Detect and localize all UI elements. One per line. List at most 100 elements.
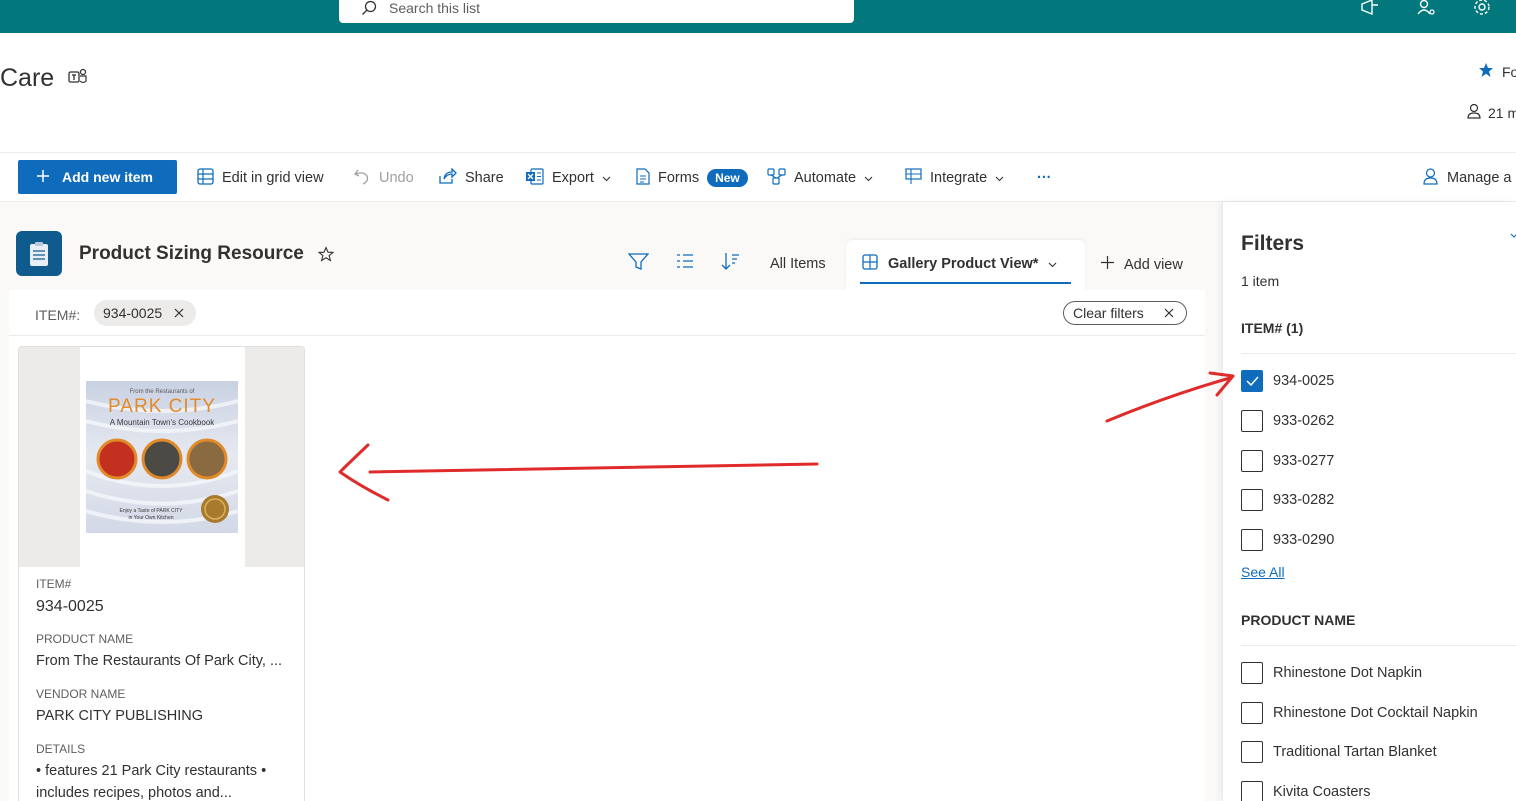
search-icon xyxy=(361,0,377,16)
share-icon xyxy=(439,166,457,189)
filter-option-item[interactable]: 933-0290 xyxy=(1241,529,1334,551)
more-commands-button[interactable]: ··· xyxy=(1037,165,1052,191)
megaphone-icon[interactable] xyxy=(1360,0,1380,16)
edit-grid-view-label: Edit in grid view xyxy=(222,170,324,186)
new-badge: New xyxy=(707,169,748,187)
add-new-item-button[interactable]: Add new item xyxy=(18,160,177,194)
filter-option-product[interactable]: Traditional Tartan Blanket xyxy=(1241,741,1437,763)
checkbox[interactable] xyxy=(1241,781,1263,801)
grid-icon xyxy=(197,167,214,189)
cover-line-4: Enjoy a Taste of PARK CITY xyxy=(119,508,183,514)
list-clipboard-icon xyxy=(16,231,62,276)
chevron-down-icon[interactable] xyxy=(1510,232,1516,240)
card-field-label: PRODUCT NAME xyxy=(36,632,134,646)
checkbox[interactable] xyxy=(1241,450,1263,472)
filter-option-product[interactable]: Rhinestone Dot Napkin xyxy=(1241,662,1422,684)
export-button[interactable]: Export xyxy=(525,165,611,191)
filter-option-label: Rhinestone Dot Napkin xyxy=(1273,665,1423,681)
plus-icon xyxy=(36,169,50,186)
filter-option-item[interactable]: 934-0025 xyxy=(1241,370,1334,392)
follow-label: Fo xyxy=(1502,63,1516,80)
automate-label: Automate xyxy=(794,170,857,186)
favorite-star-icon[interactable] xyxy=(317,245,334,262)
clear-filters-button[interactable]: Clear filters xyxy=(1063,301,1187,325)
filter-option-label: 934-0025 xyxy=(1273,373,1335,389)
teams-icon[interactable] xyxy=(68,64,88,93)
follow-button[interactable]: Fo xyxy=(1478,62,1516,81)
card-thumbnail: From the Restaurants of PARK CITY A Moun… xyxy=(19,347,304,567)
checkbox[interactable] xyxy=(1241,741,1263,763)
forms-button[interactable]: Forms New xyxy=(636,165,748,191)
see-all-link[interactable]: See All xyxy=(1241,564,1285,580)
filter-section-item[interactable]: ITEM# (1) xyxy=(1241,320,1303,336)
plus-icon xyxy=(1100,255,1115,274)
filter-option-product[interactable]: Rhinestone Dot Cocktail Napkin xyxy=(1241,702,1478,724)
book-cover-image: From the Restaurants of PARK CITY A Moun… xyxy=(86,381,238,533)
chevron-down-icon xyxy=(864,170,873,186)
active-tab-indicator xyxy=(860,282,1071,284)
active-filters-bar: ITEM#: 934-0025 Clear filters xyxy=(9,290,1205,336)
filter-pill-field: ITEM#: xyxy=(35,307,81,323)
filter-option-label: 933-0282 xyxy=(1273,492,1335,508)
chevron-down-icon xyxy=(602,170,611,186)
add-view-button[interactable]: Add view xyxy=(1100,255,1183,274)
filters-title: Filters xyxy=(1241,232,1305,255)
filter-icon[interactable] xyxy=(628,252,649,271)
automate-button[interactable]: Automate xyxy=(767,165,873,191)
list-header: Product Sizing Resource xyxy=(16,231,334,276)
forms-label: Forms xyxy=(658,170,700,186)
filter-section-product-name[interactable]: PRODUCT NAME xyxy=(1241,612,1355,628)
filter-option-label: 933-0262 xyxy=(1273,413,1335,429)
undo-button[interactable]: Undo xyxy=(354,165,414,191)
sort-icon[interactable] xyxy=(721,252,740,271)
filter-option-item[interactable]: 933-0277 xyxy=(1241,450,1334,472)
cover-line-3: A Mountain Town's Cookbook xyxy=(109,418,215,427)
tab-all-items[interactable]: All Items xyxy=(770,256,826,272)
gallery-card[interactable]: From the Restaurants of PARK CITY A Moun… xyxy=(18,346,305,801)
manage-access-label: Manage a xyxy=(1447,170,1512,186)
filter-option-label: Traditional Tartan Blanket xyxy=(1273,744,1437,760)
card-details-line-2: includes recipes, photos and... xyxy=(36,785,232,801)
flow-icon xyxy=(767,167,786,189)
undo-label: Undo xyxy=(379,170,414,186)
tab-gallery-product-view[interactable]: Gallery Product View* xyxy=(846,240,1085,290)
manage-access-button[interactable]: Manage a xyxy=(1422,165,1512,191)
clear-filters-label: Clear filters xyxy=(1073,305,1144,321)
site-title[interactable]: Care xyxy=(0,64,54,93)
list-title: Product Sizing Resource xyxy=(79,242,304,264)
star-filled-icon xyxy=(1478,62,1494,81)
current-view-label: Gallery Product View* xyxy=(888,256,1039,272)
checkbox-checked[interactable] xyxy=(1241,370,1263,392)
close-icon[interactable] xyxy=(174,305,184,321)
integrate-button[interactable]: Integrate xyxy=(905,165,1004,191)
person-icon xyxy=(1466,103,1482,122)
filter-pill[interactable]: 934-0025 xyxy=(94,300,197,326)
checkbox[interactable] xyxy=(1241,410,1263,432)
edit-grid-view-button[interactable]: Edit in grid view xyxy=(197,165,324,191)
checkbox[interactable] xyxy=(1241,702,1263,724)
filters-pane: Filters 1 item ITEM# (1) 934-0025 933-02… xyxy=(1222,202,1516,801)
filter-option-item[interactable]: 933-0282 xyxy=(1241,489,1334,511)
checkbox[interactable] xyxy=(1241,489,1263,511)
group-by-icon[interactable] xyxy=(676,252,694,271)
filter-option-item[interactable]: 933-0262 xyxy=(1241,410,1334,432)
excel-icon xyxy=(525,167,544,189)
share-button[interactable]: Share xyxy=(439,165,504,191)
card-vendor-name: PARK CITY PUBLISHING xyxy=(36,708,204,724)
add-view-label: Add view xyxy=(1124,256,1183,273)
search-box[interactable]: Search this list xyxy=(339,0,854,23)
card-details-line-1: • features 21 Park City restaurants • xyxy=(36,763,267,779)
filter-option-label: Rhinestone Dot Cocktail Napkin xyxy=(1273,705,1478,721)
integrate-icon xyxy=(905,167,922,189)
filter-option-product[interactable]: Kivita Coasters xyxy=(1241,781,1371,801)
people-settings-icon[interactable] xyxy=(1416,0,1436,16)
close-icon xyxy=(1164,305,1174,321)
cover-line-2: PARK CITY xyxy=(108,396,216,417)
add-new-item-label: Add new item xyxy=(62,169,154,185)
checkbox[interactable] xyxy=(1241,529,1263,551)
filter-option-label: Kivita Coasters xyxy=(1273,784,1371,800)
checkbox[interactable] xyxy=(1241,662,1263,684)
members-button[interactable]: 21 m xyxy=(1466,103,1516,122)
form-icon xyxy=(636,167,650,189)
gear-icon[interactable] xyxy=(1472,0,1492,16)
